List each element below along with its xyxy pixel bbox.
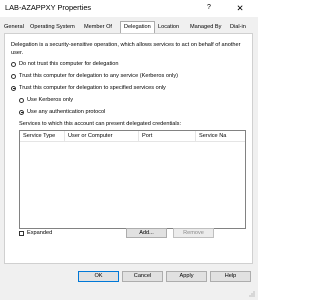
radio-label: Trust this computer for delegation to an…	[19, 73, 178, 79]
dialog-client: General Operating System Member Of Deleg…	[0, 17, 258, 300]
tab-location[interactable]: Location	[158, 23, 179, 32]
ok-button[interactable]: OK	[78, 271, 119, 282]
resize-grip-icon[interactable]	[249, 291, 255, 297]
radio-label: Do not trust this computer for delegatio…	[19, 61, 119, 67]
checkbox-box[interactable]	[19, 230, 24, 236]
tab-delegation[interactable]: Delegation	[120, 21, 155, 33]
column-header-service-name[interactable]: Service Na	[196, 131, 245, 141]
list-header: Service Type User or Computer Port Servi…	[20, 131, 245, 142]
radio-indicator-selected[interactable]	[11, 85, 16, 91]
services-list[interactable]: Service Type User or Computer Port Servi…	[19, 130, 246, 229]
help-button[interactable]: Help	[210, 271, 251, 282]
radio-indicator[interactable]	[11, 73, 16, 79]
tab-managed-by[interactable]: Managed By	[190, 23, 221, 32]
services-label: Services to which this account can prese…	[19, 121, 182, 127]
cancel-button[interactable]: Cancel	[122, 271, 163, 282]
radio-any-auth-protocol[interactable]: Use any authentication protocol	[19, 109, 105, 115]
delegation-description: Delegation is a security-sensitive opera…	[11, 42, 241, 56]
close-icon[interactable]: ✕	[231, 1, 249, 15]
expanded-checkbox[interactable]: Expanded	[19, 230, 52, 236]
window-title: LAB-AZAPPXY Properties	[5, 3, 92, 12]
add-button[interactable]: Add...	[126, 228, 167, 238]
radio-indicator-selected[interactable]	[19, 109, 24, 115]
checkbox-label: Expanded	[27, 230, 53, 236]
radio-any-service[interactable]: Trust this computer for delegation to an…	[11, 73, 178, 79]
help-icon[interactable]: ?	[202, 1, 216, 15]
radio-label: Use any authentication protocol	[27, 109, 106, 115]
radio-no-delegation[interactable]: Do not trust this computer for delegatio…	[11, 61, 119, 67]
tab-dial-in[interactable]: Dial-in	[230, 23, 246, 32]
tab-operating-system[interactable]: Operating System	[30, 23, 75, 32]
remove-button[interactable]: Remove	[173, 228, 214, 238]
tab-general[interactable]: General	[4, 23, 24, 32]
radio-specified-services[interactable]: Trust this computer for delegation to sp…	[11, 85, 166, 91]
radio-kerberos-only[interactable]: Use Kerberos only	[19, 97, 73, 103]
radio-label: Trust this computer for delegation to sp…	[19, 85, 166, 91]
apply-button[interactable]: Apply	[166, 271, 207, 282]
delegation-panel: Delegation is a security-sensitive opera…	[4, 33, 253, 264]
column-header-port[interactable]: Port	[139, 131, 196, 141]
column-header-service-type[interactable]: Service Type	[20, 131, 65, 141]
radio-indicator[interactable]	[11, 61, 16, 67]
title-bar: LAB-AZAPPXY Properties ? ✕	[0, 0, 258, 17]
tab-member-of[interactable]: Member Of	[84, 23, 112, 32]
radio-indicator[interactable]	[19, 97, 24, 103]
radio-label: Use Kerberos only	[27, 97, 74, 103]
column-header-user-or-computer[interactable]: User or Computer	[65, 131, 139, 141]
tab-strip: General Operating System Member Of Deleg…	[4, 21, 256, 33]
